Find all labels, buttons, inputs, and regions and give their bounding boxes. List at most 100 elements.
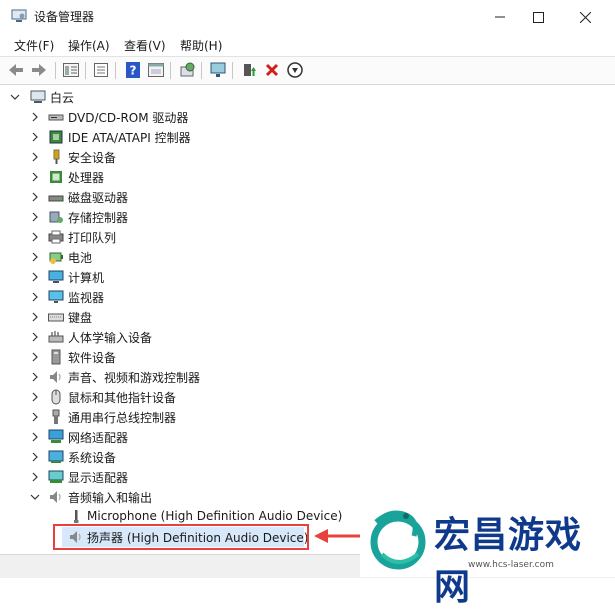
tree-category-ide-controller[interactable]: IDE ATA/ATAPI 控制器: [0, 127, 300, 147]
tree-category-display-adapter[interactable]: 显示适配器: [0, 467, 300, 487]
storage-controller-icon: [48, 209, 64, 225]
tree-category-label: 网络适配器: [68, 431, 129, 445]
display-adapter-icon: [48, 469, 64, 485]
expand-chevron-icon[interactable]: [30, 327, 40, 347]
keyboard-icon: [48, 309, 64, 325]
tree-category-software-device[interactable]: 软件设备: [0, 347, 300, 367]
battery-icon: [48, 249, 64, 265]
expand-chevron-icon[interactable]: [30, 427, 40, 447]
tree-category-battery[interactable]: 电池: [0, 247, 300, 267]
update-driver-icon[interactable]: [240, 61, 258, 79]
help-icon[interactable]: ?: [124, 61, 142, 79]
tree-category-audio-io[interactable]: 音频输入和输出: [0, 487, 300, 507]
menu-action[interactable]: 操作(A): [68, 37, 110, 54]
system-device-icon: [48, 449, 64, 465]
console-icon[interactable]: [147, 61, 165, 79]
processor-icon: [48, 169, 64, 185]
forward-arrow-icon[interactable]: [30, 61, 48, 79]
tree-category-storage-controller[interactable]: 存储控制器: [0, 207, 300, 227]
expand-chevron-icon[interactable]: [30, 187, 40, 207]
expand-chevron-icon[interactable]: [30, 107, 40, 127]
tree-category-label: 通用串行总线控制器: [68, 411, 177, 425]
usb-icon: [48, 409, 64, 425]
security-key-icon: [48, 149, 64, 165]
network-adapter-icon: [48, 429, 64, 445]
expand-chevron-icon[interactable]: [30, 127, 40, 147]
tree-category-mouse[interactable]: 鼠标和其他指针设备: [0, 387, 300, 407]
watermark-dragon-logo: [370, 510, 426, 570]
expand-chevron-icon[interactable]: [30, 467, 40, 487]
tree-category-hid[interactable]: 人体学输入设备: [0, 327, 300, 347]
monitor-icon[interactable]: [209, 61, 227, 79]
window-title: 设备管理器: [34, 10, 95, 24]
tree-category-label: 计算机: [68, 271, 105, 285]
tree-category-label: 声音、视频和游戏控制器: [68, 371, 201, 385]
expand-chevron-icon[interactable]: [30, 287, 40, 307]
tree-category-monitor[interactable]: 监视器: [0, 287, 300, 307]
microphone-label: Microphone (High Definition Audio Device…: [87, 509, 343, 523]
expand-chevron-icon[interactable]: [30, 407, 40, 427]
tree-category-speaker[interactable]: 声音、视频和游戏控制器: [0, 367, 300, 387]
device-tree: 白云 DVD/CD-ROM 驱动器 IDE ATA/ATAPI 控制器 安全设备 处理…: [0, 84, 615, 554]
expand-chevron-icon[interactable]: [30, 227, 40, 247]
tree-category-label: 磁盘驱动器: [68, 191, 129, 205]
expand-chevron-icon[interactable]: [30, 147, 40, 167]
tree-category-label: 监视器: [68, 291, 105, 305]
tree-category-processor[interactable]: 处理器: [0, 167, 300, 187]
expand-chevron-icon[interactable]: [30, 307, 40, 327]
tree-category-keyboard[interactable]: 键盘: [0, 307, 300, 327]
tree-category-security-key[interactable]: 安全设备: [0, 147, 300, 167]
collapse-chevron-icon[interactable]: [10, 87, 20, 107]
toolbar-separator: [201, 62, 202, 79]
svg-text:?: ?: [130, 64, 137, 78]
collapse-chevron-icon[interactable]: [30, 487, 40, 507]
toolbar-separator: [115, 62, 116, 79]
download-circle-icon[interactable]: [286, 61, 304, 79]
hid-icon: [48, 329, 64, 345]
tree-category-network-adapter[interactable]: 网络适配器: [0, 427, 300, 447]
tree-category-label: 音频输入和输出: [68, 491, 153, 505]
toolbar-separator: [170, 62, 171, 79]
tree-category-label: 人体学输入设备: [68, 331, 153, 345]
close-button[interactable]: [562, 0, 608, 34]
expand-chevron-icon[interactable]: [30, 447, 40, 467]
ide-controller-icon: [48, 129, 64, 145]
tree-root-label: 白云: [50, 91, 75, 105]
menu-help[interactable]: 帮助(H): [180, 37, 222, 54]
expand-chevron-icon[interactable]: [30, 207, 40, 227]
tree-category-dvd-drive[interactable]: DVD/CD-ROM 驱动器: [0, 107, 300, 127]
tree-category-printer[interactable]: 打印队列: [0, 227, 300, 247]
properties-panel-icon[interactable]: [62, 61, 80, 79]
tree-category-label: 鼠标和其他指针设备: [68, 391, 177, 405]
expand-chevron-icon[interactable]: [30, 167, 40, 187]
uninstall-x-icon[interactable]: [263, 61, 281, 79]
tree-category-label: 存储控制器: [68, 211, 129, 225]
tree-category-system-device[interactable]: 系统设备: [0, 447, 300, 467]
expand-chevron-icon[interactable]: [30, 367, 40, 387]
tree-category-label: 软件设备: [68, 351, 117, 365]
tree-category-label: 打印队列: [68, 231, 117, 245]
tree-category-disk-drive[interactable]: 磁盘驱动器: [0, 187, 300, 207]
maximize-button[interactable]: [515, 0, 561, 34]
printer-icon: [48, 229, 64, 245]
menu-file[interactable]: 文件(F): [14, 37, 54, 54]
expand-chevron-icon[interactable]: [30, 267, 40, 287]
device-list-icon[interactable]: [92, 61, 110, 79]
expand-chevron-icon[interactable]: [30, 247, 40, 267]
expand-chevron-icon[interactable]: [30, 387, 40, 407]
toolbar: ?: [0, 56, 615, 85]
menu-view[interactable]: 查看(V): [124, 37, 166, 54]
back-arrow-icon[interactable]: [7, 61, 25, 79]
scan-hardware-icon[interactable]: [178, 61, 196, 79]
tree-category-computer[interactable]: 计算机: [0, 267, 300, 287]
tree-root[interactable]: 白云: [0, 87, 300, 107]
tree-category-label: DVD/CD-ROM 驱动器: [68, 111, 189, 125]
toolbar-separator: [232, 62, 233, 79]
device-manager-app-icon: [11, 9, 27, 23]
annotation-highlight-box: [53, 524, 309, 550]
title-bar: 设备管理器: [0, 0, 615, 34]
software-device-icon: [48, 349, 64, 365]
expand-chevron-icon[interactable]: [30, 347, 40, 367]
microphone-icon: [68, 509, 84, 525]
tree-category-usb[interactable]: 通用串行总线控制器: [0, 407, 300, 427]
